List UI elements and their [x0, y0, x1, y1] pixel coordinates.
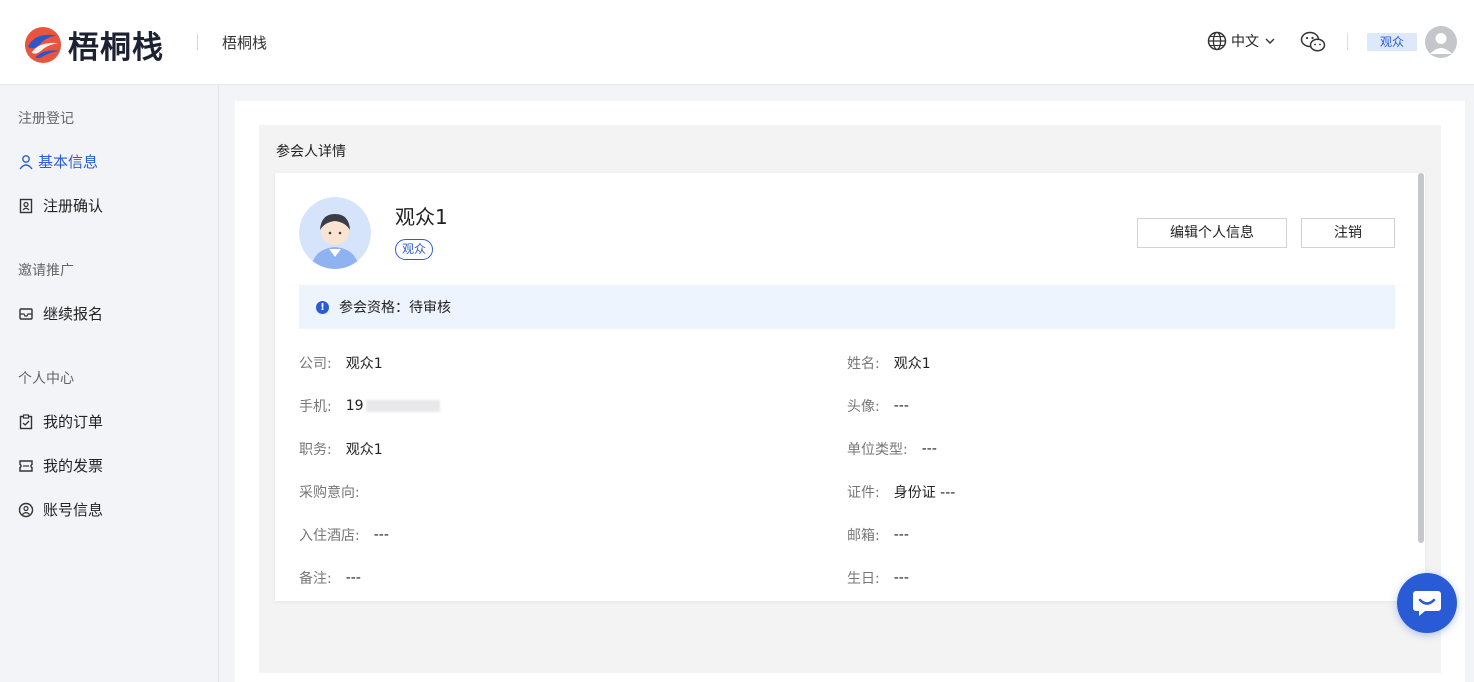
attendee-name: 观众1: [395, 205, 448, 229]
role-tag: 观众: [395, 239, 433, 260]
field-value: ---: [345, 570, 361, 586]
sidebar-item-my-orders[interactable]: 我的订单: [18, 411, 103, 432]
field-position: 职务: 观众1: [299, 439, 383, 459]
badge-icon: [18, 198, 34, 214]
field-value: 身份证 ---: [893, 485, 956, 501]
field-value: ---: [893, 570, 909, 586]
field-email: 邮箱: ---: [847, 525, 909, 545]
sidebar-item-label: 我的订单: [43, 413, 104, 431]
field-value: 19: [345, 398, 364, 414]
user-avatar-icon[interactable]: [1425, 26, 1457, 58]
logo-mark-icon: [24, 26, 62, 63]
field-value: ---: [893, 398, 909, 414]
sidebar-group-title: 注册登记: [18, 111, 74, 127]
info-icon: !: [316, 300, 329, 314]
globe-icon: [1207, 31, 1227, 51]
inbox-icon: [18, 306, 34, 322]
sidebar-item-my-invoices[interactable]: 我的发票: [18, 455, 103, 476]
sidebar-group-title: 个人中心: [18, 371, 74, 387]
sidebar-item-label: 注册确认: [43, 197, 104, 215]
field-label: 头像:: [847, 399, 880, 415]
field-name: 姓名: 观众1: [847, 353, 931, 373]
chevron-down-icon: [1265, 38, 1275, 44]
field-hotel: 入住酒店: ---: [299, 525, 389, 545]
field-label: 姓名:: [847, 356, 880, 372]
ticket-icon: [18, 458, 34, 474]
field-label: 入住酒店:: [299, 528, 360, 544]
site-name: 梧桐栈: [222, 34, 268, 52]
sidebar-group-title: 邀请推广: [18, 263, 74, 279]
sidebar-item-account-info[interactable]: 账号信息: [18, 499, 103, 520]
field-value: 观众1: [345, 356, 383, 372]
user-circle-icon: [18, 502, 34, 518]
field-label: 职务:: [299, 442, 332, 458]
qualification-alert: ! 参会资格：待审核: [299, 285, 1395, 329]
edit-profile-button[interactable]: 编辑个人信息: [1137, 218, 1287, 248]
customer-service-chat-button[interactable]: [1397, 573, 1457, 633]
field-label: 单位类型:: [847, 442, 908, 458]
field-company: 公司: 观众1: [299, 353, 383, 373]
field-value: 观众1: [345, 442, 383, 458]
user-icon: [18, 154, 34, 170]
clipboard-check-icon: [18, 413, 34, 430]
field-avatar: 头像: ---: [847, 396, 909, 416]
sidebar: 注册登记 基本信息 注册确认 邀请推广 继续报名 个人中心 我的订单 我的发票: [0, 85, 219, 682]
role-badge: 观众: [1367, 33, 1417, 51]
sidebar-item-continue-signup[interactable]: 继续报名: [18, 303, 103, 324]
redacted-mask: [365, 400, 440, 412]
field-value: ---: [921, 441, 937, 457]
field-label: 证件:: [847, 485, 880, 501]
field-label: 邮箱:: [847, 528, 880, 544]
language-selector[interactable]: 中文: [1207, 31, 1280, 51]
field-remark: 备注: ---: [299, 568, 361, 588]
deregister-button[interactable]: 注销: [1301, 218, 1395, 248]
field-birthday: 生日: ---: [847, 568, 909, 588]
field-label: 手机:: [299, 399, 332, 415]
brand-logo[interactable]: 梧桐栈: [24, 22, 164, 67]
field-value: ---: [373, 527, 389, 543]
logo-text: 梧桐栈: [68, 30, 164, 66]
sidebar-item-registration-confirm[interactable]: 注册确认: [18, 195, 103, 216]
sidebar-item-label: 我的发票: [43, 457, 104, 475]
field-value: ---: [893, 527, 909, 543]
chat-icon: [1413, 591, 1441, 616]
field-label: 生日:: [847, 571, 880, 587]
field-unit-type: 单位类型: ---: [847, 439, 937, 459]
sidebar-item-basic-info[interactable]: 基本信息: [18, 151, 98, 172]
field-phone: 手机: 19: [299, 396, 440, 416]
top-header: 梧桐栈 梧桐栈 中文 观众: [0, 0, 1474, 85]
attendee-avatar: [299, 197, 371, 269]
sidebar-item-label: 账号信息: [43, 501, 104, 519]
alert-text: 参会资格：待审核: [339, 300, 451, 316]
sidebar-item-label: 继续报名: [43, 305, 104, 323]
wechat-icon[interactable]: [1300, 30, 1326, 54]
header-divider: [197, 34, 198, 50]
section-title: 参会人详情: [276, 144, 346, 160]
language-label: 中文: [1231, 34, 1259, 50]
scrollbar[interactable]: [1418, 173, 1424, 543]
header-divider-right: [1347, 33, 1348, 50]
field-label: 备注:: [299, 571, 332, 587]
field-label: 公司:: [299, 356, 332, 372]
field-label: 采购意向:: [299, 485, 360, 501]
field-purchase-intent: 采购意向:: [299, 482, 374, 502]
sidebar-item-label: 基本信息: [38, 153, 99, 171]
field-certificate: 证件: 身份证 ---: [847, 482, 955, 502]
field-value: 观众1: [893, 356, 931, 372]
